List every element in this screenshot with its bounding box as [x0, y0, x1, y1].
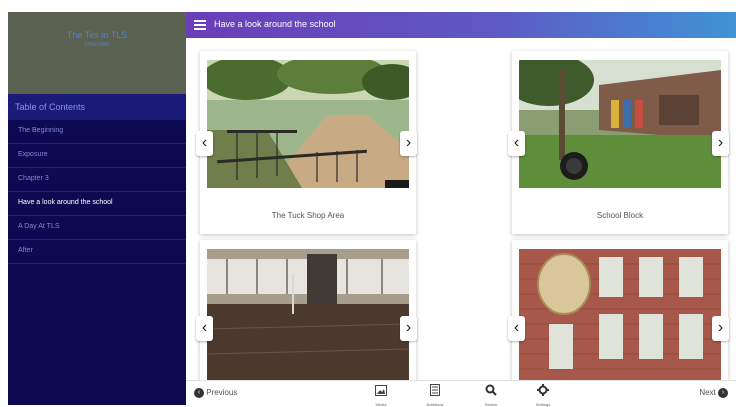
toc-heading-label: Table of Contents	[15, 102, 86, 112]
toc-item-label: Chapter 3	[18, 175, 49, 182]
toc-item-a-day-at-tls[interactable]: A Day At TLS	[8, 216, 186, 240]
book-header: The Tes in TLS Unknown	[8, 12, 186, 94]
school-block-photo	[519, 60, 721, 188]
toc-item-the-beginning[interactable]: The Beginning	[8, 120, 186, 144]
toc-item-label: Have a look around the school	[18, 199, 113, 206]
book-author: Unknown	[84, 42, 110, 48]
toc-item-label: The Beginning	[18, 127, 64, 134]
page-title: Have a look around the school	[214, 19, 336, 29]
next-image-button[interactable]: ›	[712, 131, 729, 156]
gallery-card-tuck-shop: The Tuck Shop Area	[200, 51, 416, 234]
notebook-button[interactable]: Notebook	[420, 383, 450, 407]
app-window: The Tes in TLS Unknown Table of Contents…	[0, 0, 736, 407]
settings-button[interactable]: Settings	[528, 383, 558, 407]
toc-item-after[interactable]: After	[8, 240, 186, 264]
toc-item-chapter-3[interactable]: Chapter 3	[8, 168, 186, 192]
book-title: The Tes in TLS	[66, 30, 128, 40]
previous-image-button[interactable]: ‹	[508, 316, 525, 341]
card-caption: School Block	[596, 211, 644, 220]
next-image-button[interactable]: ›	[400, 131, 417, 156]
search-icon	[485, 384, 497, 396]
next-page-button[interactable]: Next ›	[699, 388, 728, 398]
next-image-button[interactable]: ›	[712, 316, 729, 341]
next-image-button[interactable]: ›	[400, 316, 417, 341]
toc-list: The Beginning Exposure Chapter 3 Have a …	[8, 120, 186, 264]
toc-item-look-around-school[interactable]: Have a look around the school	[8, 192, 186, 216]
gallery-card-hall	[200, 240, 416, 380]
tuck-shop-photo	[207, 60, 409, 188]
chevron-right-icon: ›	[718, 388, 728, 398]
toc-item-exposure[interactable]: Exposure	[8, 144, 186, 168]
notebook-icon	[430, 384, 440, 396]
toc-item-label: After	[18, 247, 33, 254]
gallery-card-school-block: School Block	[512, 51, 728, 234]
top-bar: Have a look around the school	[186, 12, 736, 38]
chevron-left-icon: ‹	[194, 388, 204, 398]
hamburger-menu-icon[interactable]	[194, 20, 206, 30]
search-button[interactable]: Search	[476, 383, 506, 407]
media-button[interactable]: Media	[366, 383, 396, 407]
toc-item-label: Exposure	[18, 151, 48, 158]
gallery-card-plaques	[512, 240, 728, 380]
settings-icon	[537, 384, 549, 396]
media-icon	[375, 385, 387, 396]
next-label: Next	[699, 388, 716, 398]
previous-image-button[interactable]: ‹	[196, 131, 213, 156]
toc-item-label: A Day At TLS	[18, 223, 60, 230]
card-caption: The Tuck Shop Area	[271, 211, 345, 220]
previous-image-button[interactable]: ‹	[196, 316, 213, 341]
toc-heading: Table of Contents	[8, 94, 186, 120]
previous-page-button[interactable]: ‹ Previous	[194, 388, 237, 398]
sidebar: The Tes in TLS Unknown Table of Contents…	[8, 12, 186, 405]
plaques-photo	[519, 249, 721, 380]
previous-label: Previous	[206, 388, 238, 398]
previous-image-button[interactable]: ‹	[508, 131, 525, 156]
bottom-bar: ‹ Previous Media Notebook Search Setting…	[186, 380, 736, 407]
hall-photo	[207, 249, 409, 380]
